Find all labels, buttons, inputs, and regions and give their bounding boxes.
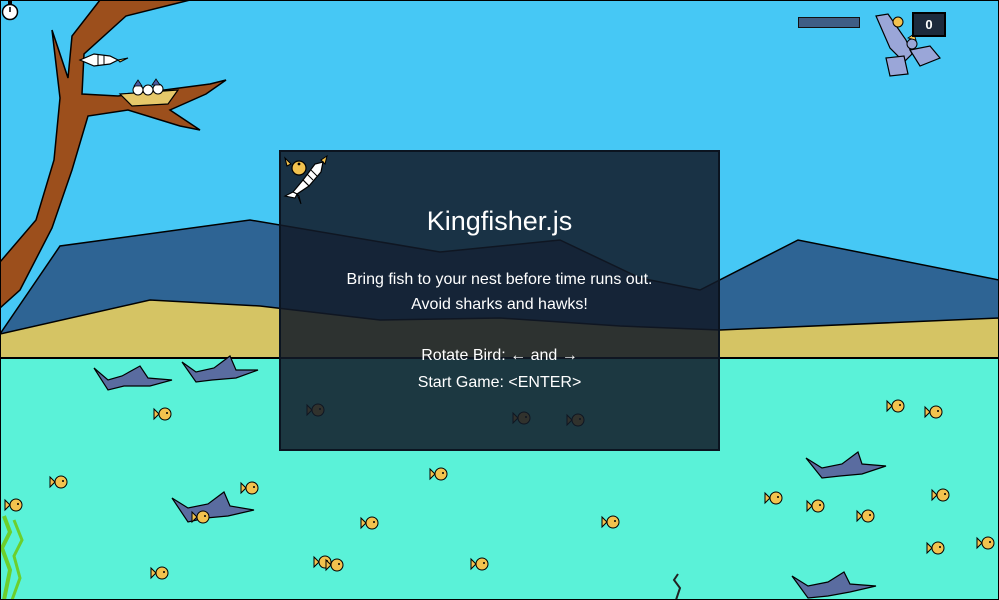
game-title: Kingfisher.js [426,206,573,236]
instruction-rotate: Rotate Bird: ← and → [421,347,578,364]
instruction-goal: Bring fish to your nest before time runs… [346,271,653,288]
timer-bar [798,17,860,28]
start-panel: Kingfisher.js Bring fish to your nest be… [279,150,720,451]
game-canvas[interactable]: 0 Kingfisher.js Bring fish to your nest … [0,0,999,600]
instruction-avoid: Avoid sharks and hawks! [411,296,588,313]
timer-fill [799,18,859,27]
instruction-start: Start Game: <ENTER> [417,374,582,391]
score-display: 0 [912,12,946,37]
stopwatch-icon [1,1,19,21]
fish-icon [284,156,307,176]
